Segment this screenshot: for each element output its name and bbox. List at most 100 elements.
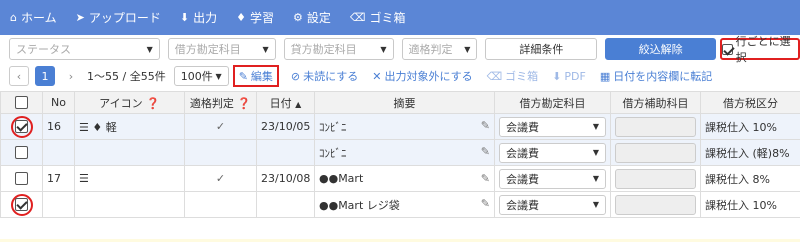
status-select[interactable]: ステータス ▼ bbox=[9, 38, 160, 60]
row-summary-cell[interactable]: ●●Mart レジ袋 ✎ bbox=[314, 191, 495, 218]
select-per-row-checkbox[interactable] bbox=[722, 43, 733, 55]
help-icon[interactable]: ❓ bbox=[146, 97, 160, 110]
send-icon: ➤ bbox=[75, 11, 85, 24]
mark-unread-button[interactable]: ⊘ 未読にする bbox=[291, 68, 358, 84]
header-icon-label: アイコン bbox=[99, 96, 143, 110]
transactions-table: No アイコン ❓ 適格判定 ❓ 日付 ▲ 摘要 借方勘定科目 借方補助科目 借… bbox=[0, 91, 800, 218]
toolbar: ‹ 1 › 1〜55 / 全55件 100件 ▼ ✎ 編集 ⊘ 未読にする ✕ 出力対象… bbox=[0, 63, 800, 89]
header-summary[interactable]: 摘要 bbox=[314, 91, 495, 114]
select-all-checkbox[interactable] bbox=[15, 96, 28, 110]
row-no: 17 bbox=[42, 165, 75, 192]
account-select[interactable]: 会議費 ▼ bbox=[499, 142, 606, 163]
highlight-circle bbox=[10, 115, 33, 138]
home-icon: ⌂ bbox=[10, 11, 17, 24]
pdf-button[interactable]: ⬇ PDF bbox=[552, 70, 586, 83]
eligibility-select[interactable]: 適格判定 ▼ bbox=[401, 38, 478, 60]
account-select[interactable]: 会議費 ▼ bbox=[499, 168, 606, 189]
next-page-button[interactable]: › bbox=[61, 66, 81, 86]
eye-slash-icon: ⊘ bbox=[290, 69, 301, 83]
table-row[interactable]: ●●Mart レジ袋 ✎ 会議費 ▼ 課税仕入 10% bbox=[0, 191, 800, 218]
nav-upload[interactable]: ➤ アップロード bbox=[76, 9, 161, 26]
header-no[interactable]: No bbox=[42, 91, 75, 114]
row-tax[interactable]: 課税仕入 10% bbox=[700, 191, 800, 218]
per-page-select[interactable]: 100件 ▼ bbox=[173, 66, 229, 86]
page-1-button[interactable]: 1 bbox=[35, 66, 55, 86]
edit-label: 編集 bbox=[250, 70, 273, 83]
row-summary-cell[interactable]: ｺﾝﾋﾞﾆ ✎ bbox=[314, 113, 495, 140]
account-value: 会議費 bbox=[506, 172, 539, 186]
row-account-cell: 会議費 ▼ bbox=[494, 113, 611, 140]
header-select-all[interactable] bbox=[0, 91, 43, 114]
table-row[interactable]: 17 ☰ ✓ 23/10/08 ●●Mart ✎ 会議費 ▼ 課税仕入 8% bbox=[0, 165, 800, 192]
row-tax[interactable]: 課税仕入 10% bbox=[700, 113, 800, 140]
help-icon[interactable]: ❓ bbox=[237, 97, 251, 110]
header-icon[interactable]: アイコン ❓ bbox=[74, 91, 185, 114]
sub-account-input[interactable] bbox=[615, 194, 696, 215]
pencil-icon[interactable]: ✎ bbox=[481, 197, 490, 210]
header-debit-sub[interactable]: 借方補助科目 bbox=[610, 91, 701, 114]
page-range: 1〜55 / 全55件 bbox=[87, 70, 166, 83]
nav-output-label: 出力 bbox=[193, 11, 218, 25]
chevron-down-icon: ▼ bbox=[592, 122, 599, 131]
header-eligibility[interactable]: 適格判定 ❓ bbox=[184, 91, 257, 114]
nav-trash[interactable]: ⌫ ゴミ箱 bbox=[350, 9, 406, 26]
header-debit-account[interactable]: 借方勘定科目 bbox=[494, 91, 611, 114]
row-no: 16 bbox=[42, 113, 75, 140]
row-checkbox[interactable] bbox=[15, 172, 28, 186]
row-summary: ●●Mart bbox=[319, 172, 364, 185]
download-icon: ⬇ bbox=[179, 11, 190, 24]
prev-page-button[interactable]: ‹ bbox=[9, 66, 29, 86]
chevron-down-icon: ▼ bbox=[592, 200, 599, 209]
per-page-value: 100件 bbox=[180, 70, 213, 83]
sub-account-input[interactable] bbox=[615, 116, 696, 137]
row-summary-cell[interactable]: ｺﾝﾋﾞﾆ ✎ bbox=[314, 139, 495, 166]
trash-button[interactable]: ⌫ ゴミ箱 bbox=[487, 68, 539, 84]
row-sub-cell bbox=[610, 165, 701, 192]
row-sub-cell bbox=[610, 191, 701, 218]
account-select[interactable]: 会議費 ▼ bbox=[499, 116, 606, 137]
status-placeholder: ステータス bbox=[16, 43, 71, 56]
receipt-icon: ☰ bbox=[79, 120, 89, 134]
row-checkbox[interactable] bbox=[15, 120, 28, 133]
pdf-label: PDF bbox=[564, 69, 586, 83]
clear-filter-button[interactable]: 絞込解除 bbox=[605, 38, 717, 60]
table-row[interactable]: ｺﾝﾋﾞﾆ ✎ 会議費 ▼ 課税仕入 (軽)8% bbox=[0, 139, 800, 166]
sub-account-input[interactable] bbox=[615, 142, 696, 163]
date-to-content-button[interactable]: ▦ 日付を内容欄に転記 bbox=[600, 68, 712, 84]
row-checkbox[interactable] bbox=[15, 146, 28, 160]
row-summary: ●●Mart レジ袋 bbox=[319, 198, 400, 212]
account-value: 会議費 bbox=[506, 146, 539, 160]
credit-account-select[interactable]: 貸方勘定科目 ▼ bbox=[283, 38, 394, 60]
nav-output[interactable]: ⬇ 出力 bbox=[180, 9, 217, 26]
header-debit-tax[interactable]: 借方税区分 bbox=[700, 91, 800, 114]
detail-conditions-button[interactable]: 詳細条件 bbox=[485, 38, 598, 60]
row-date: 23/10/05 bbox=[256, 113, 315, 140]
chevron-left-icon: ‹ bbox=[16, 69, 22, 83]
pencil-icon[interactable]: ✎ bbox=[481, 172, 490, 185]
select-per-row-toggle[interactable]: 行ごとに選択 bbox=[720, 35, 800, 64]
nav-home[interactable]: ⌂ ホーム bbox=[10, 9, 57, 26]
sub-account-input[interactable] bbox=[615, 168, 696, 189]
header-date[interactable]: 日付 ▲ bbox=[256, 91, 315, 114]
debit-account-select[interactable]: 借方勘定科目 ▼ bbox=[167, 38, 276, 60]
pencil-icon[interactable]: ✎ bbox=[481, 145, 490, 158]
mark-unread-label: 未読にする bbox=[303, 70, 359, 83]
row-summary-cell[interactable]: ●●Mart ✎ bbox=[314, 165, 495, 192]
nav-settings[interactable]: ⚙ 設定 bbox=[293, 9, 331, 26]
account-select[interactable]: 会議費 ▼ bbox=[499, 194, 606, 215]
row-checkbox[interactable] bbox=[15, 198, 28, 211]
row-date bbox=[256, 139, 315, 166]
nav-learn[interactable]: ♦ 学習 bbox=[236, 9, 274, 26]
exclude-output-button[interactable]: ✕ 出力対象外にする bbox=[372, 68, 472, 84]
table-row[interactable]: 16 ☰ ♦ 軽 ✓ 23/10/05 ｺﾝﾋﾞﾆ ✎ 会議費 ▼ 課税仕入 10% bbox=[0, 113, 800, 140]
chevron-down-icon: ▼ bbox=[215, 71, 222, 81]
row-summary: ｺﾝﾋﾞﾆ bbox=[319, 146, 347, 160]
calendar-icon: ▦ bbox=[599, 69, 611, 83]
row-tax[interactable]: 課税仕入 (軽)8% bbox=[700, 139, 800, 166]
row-tax[interactable]: 課税仕入 8% bbox=[700, 165, 800, 192]
edit-button[interactable]: ✎ 編集 bbox=[232, 65, 279, 87]
chevron-down-icon: ▼ bbox=[592, 148, 599, 157]
pencil-icon[interactable]: ✎ bbox=[481, 119, 490, 132]
row-eligibility bbox=[184, 139, 257, 166]
filter-bar: ステータス ▼ 借方勘定科目 ▼ 貸方勘定科目 ▼ 適格判定 ▼ 詳細条件 絞込解除 行… bbox=[0, 35, 800, 64]
